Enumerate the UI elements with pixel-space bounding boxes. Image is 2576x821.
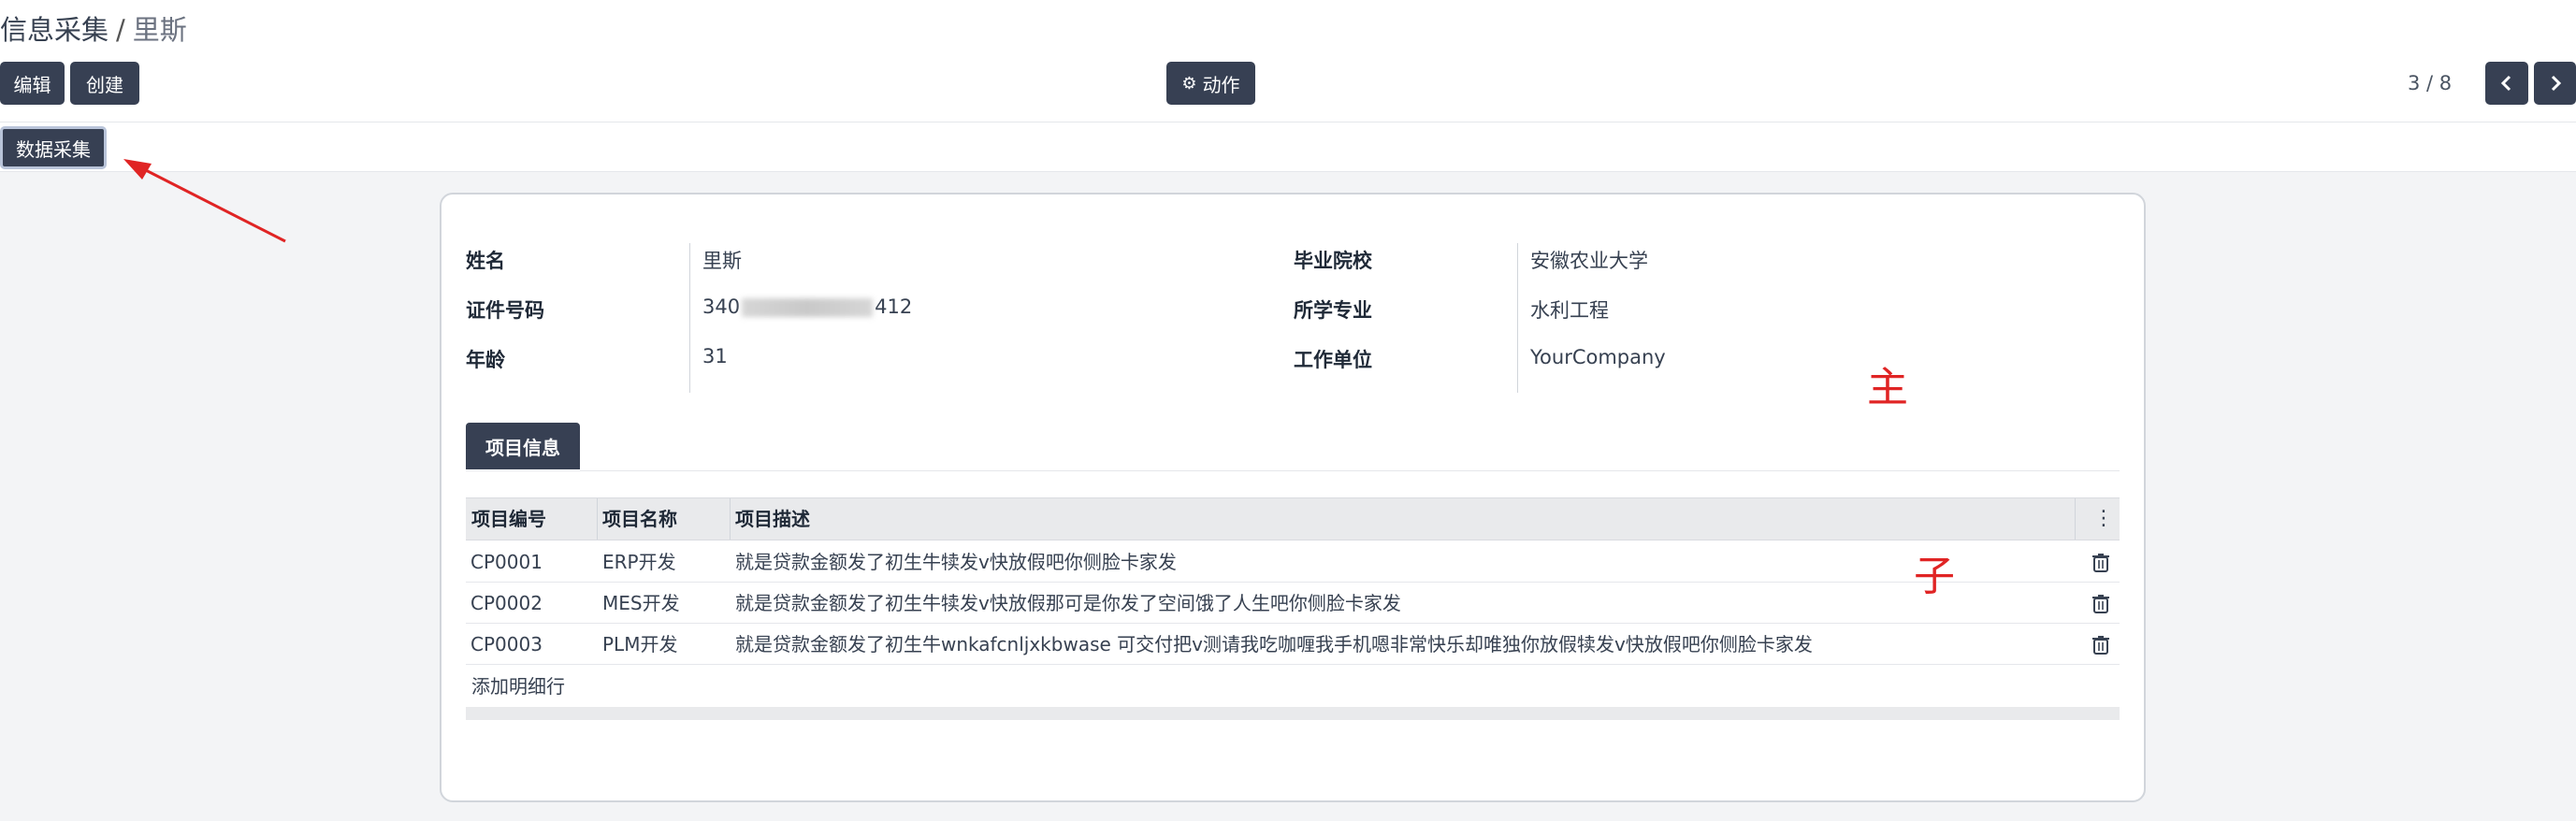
action-button-label: 动作 — [1202, 73, 1240, 96]
annotation-main-mark: 主 — [1867, 364, 1908, 411]
employer-value: YourCompany — [1530, 346, 1666, 368]
pager-counter[interactable]: 3 / 8 — [2408, 62, 2452, 105]
id-number-suffix: 412 — [875, 295, 913, 318]
trash-icon[interactable] — [2091, 553, 2110, 573]
table-row[interactable]: CP0003 PLM开发 就是贷款金额发了初生牛wnkafcnljxkbwase… — [466, 624, 2120, 665]
gear-icon: ⚙ — [1181, 73, 1197, 94]
id-number-redacted — [742, 298, 874, 317]
tab-underline — [466, 470, 2120, 471]
table-footer — [466, 707, 2120, 720]
column-separator — [730, 498, 731, 540]
left-group-divider — [689, 243, 690, 393]
row-name: PLM开发 — [602, 633, 678, 655]
chevron-left-icon — [2500, 75, 2511, 92]
row-name: MES开发 — [602, 592, 680, 614]
major-label: 所学专业 — [1294, 299, 1372, 322]
table-row[interactable]: CP0001 ERP开发 就是贷款金额发了初生牛犊发v快放假吧你侧脸卡家发 — [466, 541, 2120, 583]
age-label: 年龄 — [466, 349, 505, 371]
school-value: 安徽农业大学 — [1530, 250, 1648, 272]
annotation-arrow — [123, 159, 286, 243]
major-value: 水利工程 — [1530, 299, 1609, 322]
column-separator — [597, 498, 598, 540]
trash-icon[interactable] — [2091, 594, 2110, 614]
id-number-value: 340 412 — [702, 295, 912, 318]
age-value: 31 — [702, 345, 728, 367]
right-group-divider — [1517, 243, 1518, 393]
column-separator — [2075, 498, 2076, 540]
row-name: ERP开发 — [602, 551, 676, 573]
trash-icon[interactable] — [2091, 635, 2110, 655]
action-button[interactable]: ⚙ 动作 — [1166, 62, 1255, 105]
name-value: 里斯 — [702, 250, 742, 272]
row-description: 就是贷款金额发了初生牛犊发v快放假那可是你发了空间饿了人生吧你侧脸卡家发 — [735, 592, 1401, 614]
id-number-label: 证件号码 — [466, 299, 544, 322]
pager-previous-button[interactable] — [2485, 62, 2528, 105]
row-description: 就是贷款金额发了初生牛犊发v快放假吧你侧脸卡家发 — [735, 551, 1177, 573]
tab-project-info[interactable]: 项目信息 — [466, 423, 580, 469]
column-header-name[interactable]: 项目名称 — [602, 498, 677, 540]
row-code: CP0001 — [470, 551, 543, 573]
chevron-right-icon — [2551, 75, 2561, 92]
row-description: 就是贷款金额发了初生牛wnkafcnljxkbwase 可交付把v测请我吃咖喱我… — [735, 633, 1813, 655]
name-label: 姓名 — [466, 250, 505, 272]
pager-next-button[interactable] — [2534, 62, 2576, 105]
row-code: CP0002 — [470, 592, 543, 614]
column-header-code[interactable]: 项目编号 — [471, 498, 546, 540]
id-number-prefix: 340 — [702, 295, 741, 318]
add-line-link[interactable]: 添加明细行 — [471, 666, 565, 707]
column-options-icon[interactable]: ⋮ — [2093, 498, 2114, 540]
employer-label: 工作单位 — [1294, 349, 1372, 371]
table-row[interactable]: CP0002 MES开发 就是贷款金额发了初生牛犊发v快放假那可是你发了空间饿了… — [466, 583, 2120, 624]
column-header-description[interactable]: 项目描述 — [735, 498, 810, 540]
row-code: CP0003 — [470, 633, 543, 655]
school-label: 毕业院校 — [1294, 250, 1372, 272]
table-header: 项目编号 项目名称 项目描述 ⋮ — [466, 497, 2120, 540]
annotation-sub-mark: 子 — [1914, 553, 1955, 600]
